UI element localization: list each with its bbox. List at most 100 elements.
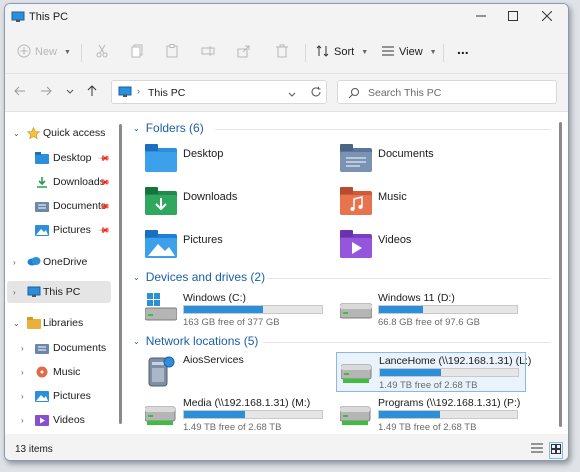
copy-icon — [130, 44, 144, 61]
up-button[interactable] — [83, 83, 101, 101]
more-options-label: ... — [457, 41, 469, 57]
forward-button[interactable] — [37, 83, 55, 101]
sidebar-item-library-documents[interactable]: › Documents — [5, 337, 113, 359]
pictures-folder-icon — [35, 224, 49, 236]
folder-tile-music[interactable]: Music — [340, 187, 500, 219]
minimize-button[interactable] — [465, 4, 497, 30]
drive-tile-c[interactable]: Windows (C:) 163 GB free of 377 GB — [145, 292, 335, 332]
this-pc-icon — [11, 11, 25, 26]
sidebar-item-music[interactable]: › Music — [5, 361, 113, 383]
drive-usage-fill — [379, 411, 440, 418]
sidebar-item-label: Quick access — [43, 127, 106, 139]
sidebar-item-libraries[interactable]: ⌄ Libraries — [5, 312, 113, 334]
chevron-right-icon[interactable]: › — [13, 288, 16, 297]
network-location-label: AiosServices — [183, 354, 244, 366]
monitor-icon — [27, 286, 41, 298]
new-button[interactable]: New ▼ — [17, 41, 71, 63]
monitor-icon — [118, 86, 132, 101]
group-header-network[interactable]: ⌄ Network locations (5) — [133, 334, 258, 348]
trash-icon — [275, 44, 289, 61]
chevron-right-icon[interactable]: › — [21, 416, 24, 425]
status-bar: 13 items — [5, 434, 568, 460]
network-tile-media[interactable]: Media (\\192.168.1.31) (M:) 1.49 TB free… — [145, 397, 335, 437]
folder-tile-pictures[interactable]: Pictures — [145, 230, 305, 262]
window-title: This PC — [29, 11, 69, 23]
content-scrollbar[interactable] — [559, 122, 562, 427]
delete-button[interactable] — [275, 41, 289, 63]
group-header-folders[interactable]: ⌄ Folders (6) — [133, 121, 204, 135]
sidebar-item-pictures[interactable]: Pictures 📌 — [5, 219, 113, 241]
sidebar-item-desktop[interactable]: Desktop 📌 — [5, 147, 113, 169]
sidebar-item-label: OneDrive — [43, 256, 88, 268]
file-explorer-window: This PC New ▼ Sort ▼ View ▼ ... › This P… — [4, 3, 569, 461]
drive-label: Windows 11 (D:) — [378, 292, 455, 304]
group-header-devices[interactable]: ⌄ Devices and drives (2) — [133, 270, 265, 284]
navigation-scrollbar[interactable] — [119, 124, 122, 424]
folder-tile-documents[interactable]: Documents — [340, 144, 500, 176]
recent-locations-button[interactable] — [61, 83, 79, 101]
sidebar-item-onedrive[interactable]: › OneDrive — [5, 251, 113, 273]
network-tile-aiosservices[interactable]: AiosServices — [145, 354, 335, 392]
search-input[interactable]: Search This PC — [337, 80, 557, 104]
folder-tile-videos[interactable]: Videos — [340, 230, 500, 262]
sort-label: Sort — [334, 46, 355, 58]
chevron-right-icon[interactable]: › — [21, 344, 24, 353]
folder-label: Music — [378, 191, 407, 203]
folder-tile-downloads[interactable]: Downloads — [145, 187, 305, 219]
chevron-right-icon[interactable]: › — [21, 392, 24, 401]
folder-label: Downloads — [183, 191, 238, 203]
scissors-icon — [95, 44, 109, 61]
address-dropdown-icon[interactable] — [288, 89, 296, 101]
sidebar-item-this-pc[interactable]: › This PC — [7, 281, 111, 303]
drive-free-space: 163 GB free of 377 GB — [183, 317, 280, 328]
chevron-right-icon[interactable]: › — [13, 258, 16, 267]
sidebar-item-label: Music — [53, 366, 81, 378]
clipboard-icon — [165, 43, 179, 61]
chevron-down-icon[interactable]: ⌄ — [13, 319, 20, 328]
drive-usage-bar — [183, 305, 323, 314]
chevron-right-icon[interactable]: › — [21, 368, 24, 377]
network-location-label: Programs (\\192.168.1.31) (P:) — [378, 397, 521, 409]
address-bar[interactable]: › This PC — [111, 80, 327, 104]
chevron-down-icon[interactable]: ⌄ — [13, 129, 20, 138]
folder-label: Documents — [378, 148, 434, 160]
maximize-button[interactable] — [497, 4, 529, 30]
network-server-icon — [148, 356, 175, 387]
hard-drive-icon — [340, 303, 372, 319]
refresh-icon[interactable] — [310, 86, 322, 101]
details-view-icon — [531, 443, 543, 453]
close-button[interactable] — [531, 4, 563, 30]
back-button[interactable] — [11, 83, 29, 101]
sidebar-item-downloads[interactable]: Downloads 📌 — [5, 171, 113, 193]
network-tile-programs[interactable]: Programs (\\192.168.1.31) (P:) 1.49 TB f… — [340, 397, 530, 437]
breadcrumb-this-pc[interactable]: This PC — [148, 87, 185, 99]
sidebar-item-quick-access[interactable]: ⌄ Quick access — [5, 122, 113, 144]
sort-icon — [316, 44, 330, 61]
tiles-view-button[interactable] — [549, 442, 563, 459]
cut-button[interactable] — [95, 41, 109, 63]
details-view-button[interactable] — [531, 443, 543, 456]
star-icon — [26, 126, 41, 140]
network-tile-lancehome[interactable]: LanceHome (\\192.168.1.31) (L:) 1.49 TB … — [336, 352, 531, 392]
documents-folder-icon — [35, 342, 49, 354]
more-options-button[interactable]: ... — [457, 38, 469, 60]
search-icon — [348, 87, 360, 102]
desktop-folder-icon — [145, 144, 177, 172]
sidebar-item-videos[interactable]: › Videos — [5, 409, 113, 431]
view-button[interactable]: View ▼ — [381, 41, 437, 63]
documents-folder-icon — [340, 144, 372, 172]
share-icon — [237, 44, 251, 61]
drive-tile-d[interactable]: Windows 11 (D:) 66.8 GB free of 97.6 GB — [340, 292, 530, 332]
share-button[interactable] — [237, 41, 251, 63]
network-location-label: Media (\\192.168.1.31) (M:) — [183, 397, 311, 409]
drive-usage-fill — [380, 369, 441, 376]
paste-button[interactable] — [165, 41, 179, 63]
copy-button[interactable] — [130, 41, 144, 63]
rename-button[interactable] — [201, 41, 215, 63]
navigation-pane: ⌄ Quick access Desktop 📌 Downloads 📌 Doc… — [5, 112, 117, 434]
drive-usage-fill — [184, 411, 245, 418]
folder-tile-desktop[interactable]: Desktop — [145, 144, 305, 176]
sort-button[interactable]: Sort ▼ — [316, 41, 368, 63]
sidebar-item-documents[interactable]: Documents 📌 — [5, 195, 113, 217]
sidebar-item-library-pictures[interactable]: › Pictures — [5, 385, 113, 407]
